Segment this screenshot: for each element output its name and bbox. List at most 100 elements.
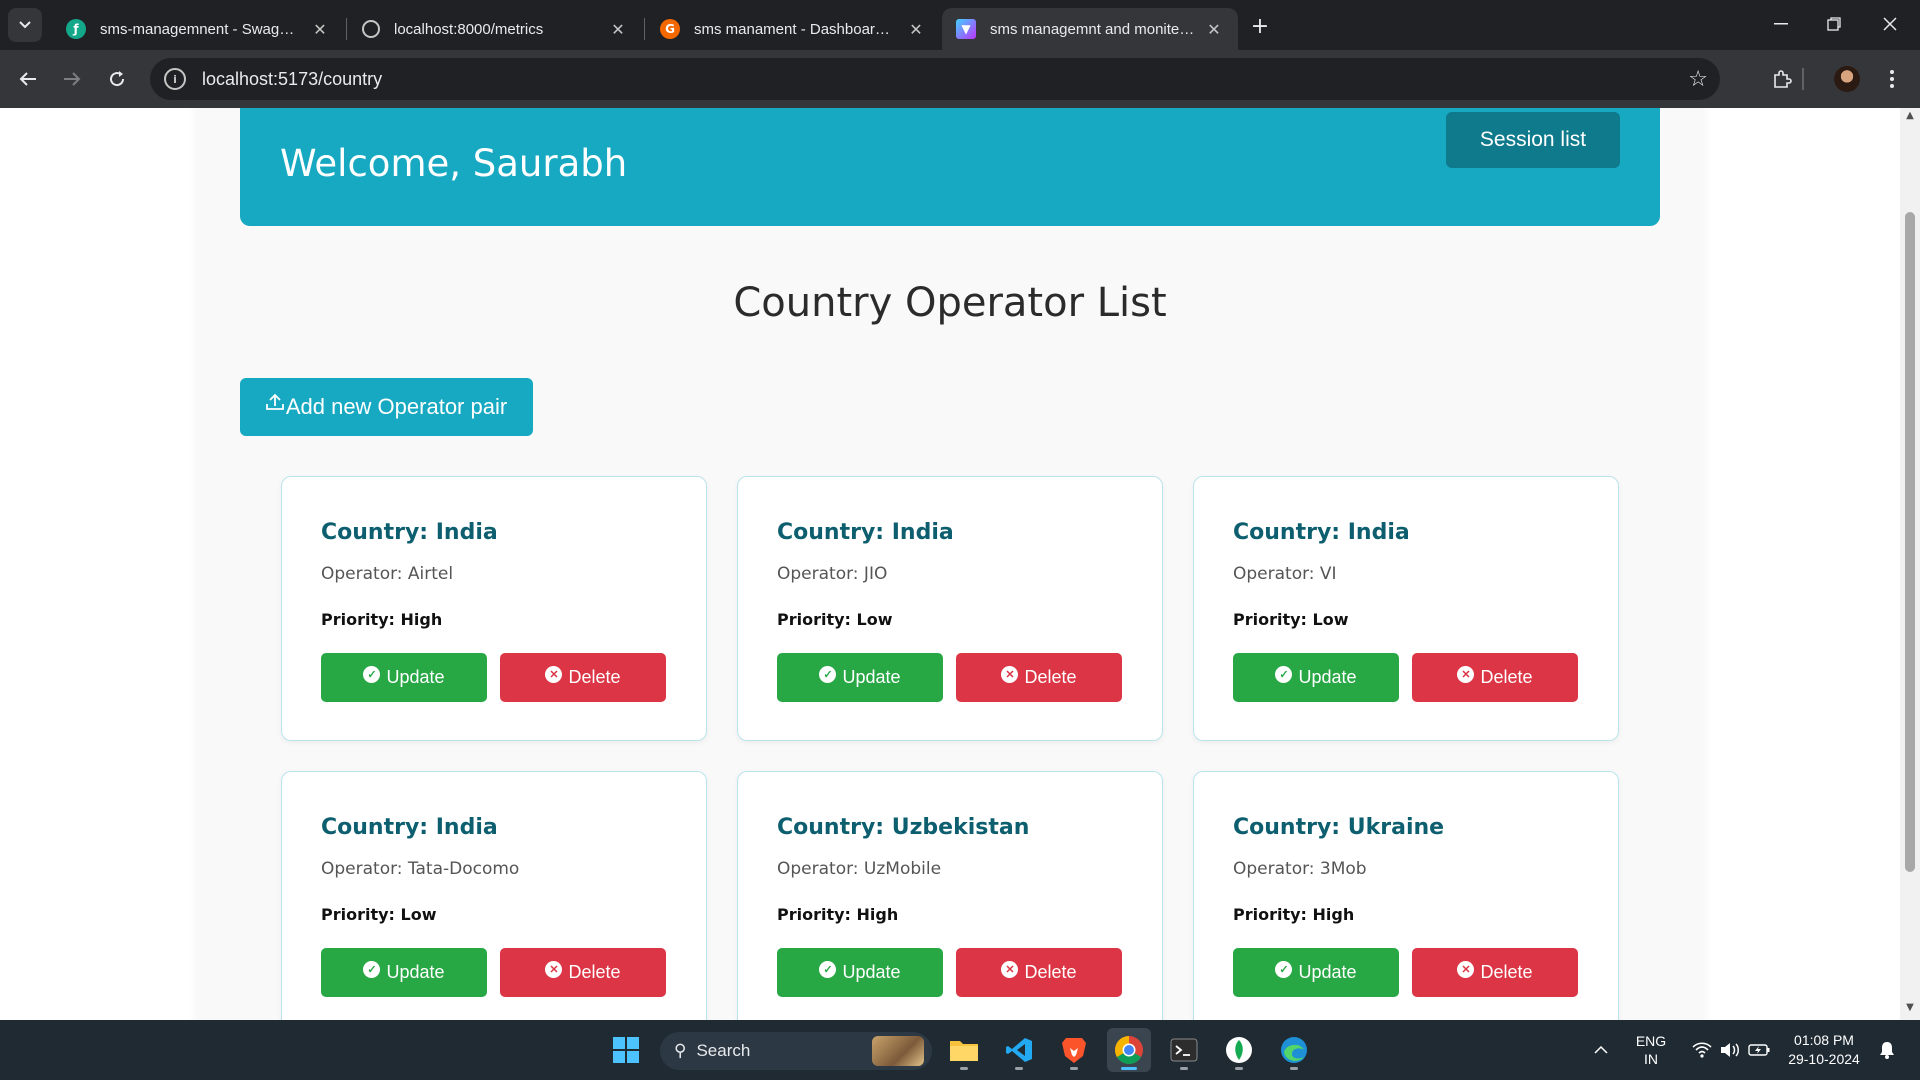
delete-label: Delete <box>1024 962 1077 982</box>
site-info-icon[interactable]: i <box>164 68 186 90</box>
update-button[interactable]: ✓ Update <box>1233 653 1399 702</box>
close-icon[interactable]: ✕ <box>608 20 628 39</box>
minimize-button[interactable] <box>1753 8 1809 40</box>
close-icon[interactable]: ✕ <box>906 20 926 39</box>
upload-icon <box>265 393 284 410</box>
kebab-menu-icon <box>1890 70 1894 88</box>
restore-button[interactable] <box>1806 8 1862 40</box>
tab-title: localhost:8000/metrics <box>394 20 544 38</box>
minimize-icon <box>1774 23 1788 25</box>
update-label: Update <box>842 962 901 982</box>
browser-tab-swagger[interactable]: ƒ sms-managemnent - Swagger UI ✕ <box>52 8 344 50</box>
battery-charging-icon <box>1748 1044 1770 1056</box>
mongodb-leaf-icon <box>1226 1037 1252 1063</box>
tab-separator <box>346 18 347 40</box>
scroll-down-arrow-icon[interactable]: ▼ <box>1900 1002 1920 1018</box>
scrollbar-thumb[interactable] <box>1905 212 1915 872</box>
browser-menu-button[interactable] <box>1876 63 1908 95</box>
check-circle-icon: ✓ <box>1275 961 1293 978</box>
taskbar-edge[interactable] <box>1272 1028 1316 1072</box>
extensions-button[interactable] <box>1766 63 1798 95</box>
show-hidden-icons-button[interactable] <box>1586 1020 1616 1080</box>
reload-button[interactable] <box>101 63 133 95</box>
page-scrollbar[interactable]: ▲ ▼ <box>1900 108 1920 1020</box>
check-circle-icon: ✓ <box>819 666 837 683</box>
operator-card: Country: India Operator: VI Priority: Lo… <box>1193 476 1619 741</box>
x-circle-icon: ✕ <box>545 666 563 683</box>
taskbar-search[interactable]: ⚲ Search <box>660 1032 932 1070</box>
card-country: Country: Ukraine <box>1233 815 1445 840</box>
profile-avatar[interactable] <box>1834 66 1860 92</box>
card-operator: Operator: JIO <box>777 564 888 584</box>
delete-button[interactable]: ✕ Delete <box>1412 948 1578 997</box>
address-bar[interactable]: i localhost:5173/country ☆ <box>150 58 1720 100</box>
x-circle-icon: ✕ <box>1457 961 1475 978</box>
browser-tab-grafana[interactable]: G sms manament - Dashboards - Grafana ✕ <box>646 8 940 50</box>
scroll-up-arrow-icon[interactable]: ▲ <box>1900 110 1920 126</box>
update-button[interactable]: ✓ Update <box>777 948 943 997</box>
tab-title: sms manament - Dashboards - Grafana <box>694 20 898 38</box>
close-icon[interactable]: ✕ <box>1204 20 1224 39</box>
reload-icon <box>110 71 125 87</box>
url-text[interactable]: localhost:5173/country <box>202 69 382 90</box>
browser-tab-sms-app[interactable]: ▼ sms managemnt and monitering ✕ <box>942 8 1238 50</box>
update-button[interactable]: ✓ Update <box>321 653 487 702</box>
bookmark-star-icon[interactable]: ☆ <box>1688 67 1708 92</box>
chrome-icon <box>1115 1036 1143 1064</box>
forward-button[interactable] <box>56 63 88 95</box>
delete-button[interactable]: ✕ Delete <box>500 948 666 997</box>
update-button[interactable]: ✓ Update <box>1233 948 1399 997</box>
delete-label: Delete <box>1480 962 1533 982</box>
start-button[interactable] <box>604 1028 648 1072</box>
window-close-button[interactable] <box>1862 8 1918 40</box>
update-button[interactable]: ✓ Update <box>777 653 943 702</box>
language-code: ENG <box>1635 1033 1667 1049</box>
folder-icon <box>950 1041 978 1061</box>
taskbar-terminal[interactable] <box>1162 1028 1206 1072</box>
notifications-button[interactable] <box>1872 1020 1902 1080</box>
tab-title: sms-managemnent - Swagger UI <box>100 20 302 38</box>
taskbar-brave[interactable] <box>1052 1028 1096 1072</box>
add-operator-pair-button[interactable]: Add new Operator pair <box>240 378 533 436</box>
card-operator: Operator: Tata-Docomo <box>321 859 520 879</box>
browser-toolbar: i localhost:5173/country ☆ <box>0 50 1920 108</box>
card-operator: Operator: 3Mob <box>1233 859 1367 879</box>
tab-search-button[interactable] <box>8 8 42 42</box>
delete-label: Delete <box>1480 667 1533 687</box>
browser-tab-metrics[interactable]: localhost:8000/metrics ✕ <box>348 8 642 50</box>
card-priority: Priority: Low <box>777 610 893 629</box>
delete-button[interactable]: ✕ Delete <box>956 948 1122 997</box>
back-button[interactable] <box>12 63 44 95</box>
taskbar-file-explorer[interactable] <box>942 1028 986 1072</box>
volume-icon <box>1721 1043 1739 1057</box>
taskbar-chrome[interactable] <box>1107 1028 1151 1072</box>
language-indicator[interactable]: ENG IN <box>1628 1020 1674 1080</box>
delete-button[interactable]: ✕ Delete <box>956 653 1122 702</box>
new-tab-button[interactable]: + <box>1246 12 1274 40</box>
update-label: Update <box>842 667 901 687</box>
edge-icon <box>1281 1037 1307 1063</box>
check-circle-icon: ✓ <box>819 961 837 978</box>
session-list-button[interactable]: Session list <box>1446 112 1620 168</box>
search-highlight-image <box>872 1036 924 1066</box>
taskbar-mongodb-compass[interactable] <box>1217 1028 1261 1072</box>
delete-button[interactable]: ✕ Delete <box>500 653 666 702</box>
delete-button[interactable]: ✕ Delete <box>1412 653 1578 702</box>
running-indicator <box>1070 1067 1078 1070</box>
card-country: Country: India <box>321 520 498 545</box>
update-label: Update <box>1298 667 1357 687</box>
update-button[interactable]: ✓ Update <box>321 948 487 997</box>
quick-settings-button[interactable] <box>1686 1020 1776 1080</box>
bell-icon <box>1880 1042 1894 1059</box>
clock[interactable]: 01:08 PM 29-10-2024 <box>1778 1020 1870 1080</box>
card-country: Country: India <box>321 815 498 840</box>
close-icon[interactable]: ✕ <box>310 20 330 39</box>
arrow-left-icon <box>19 72 36 86</box>
operator-card: Country: India Operator: Airtel Priority… <box>281 476 707 741</box>
check-circle-icon: ✓ <box>363 666 381 683</box>
arrow-right-icon <box>64 72 81 86</box>
update-label: Update <box>1298 962 1357 982</box>
delete-label: Delete <box>568 667 621 687</box>
taskbar-vscode[interactable] <box>997 1028 1041 1072</box>
x-circle-icon: ✕ <box>545 961 563 978</box>
